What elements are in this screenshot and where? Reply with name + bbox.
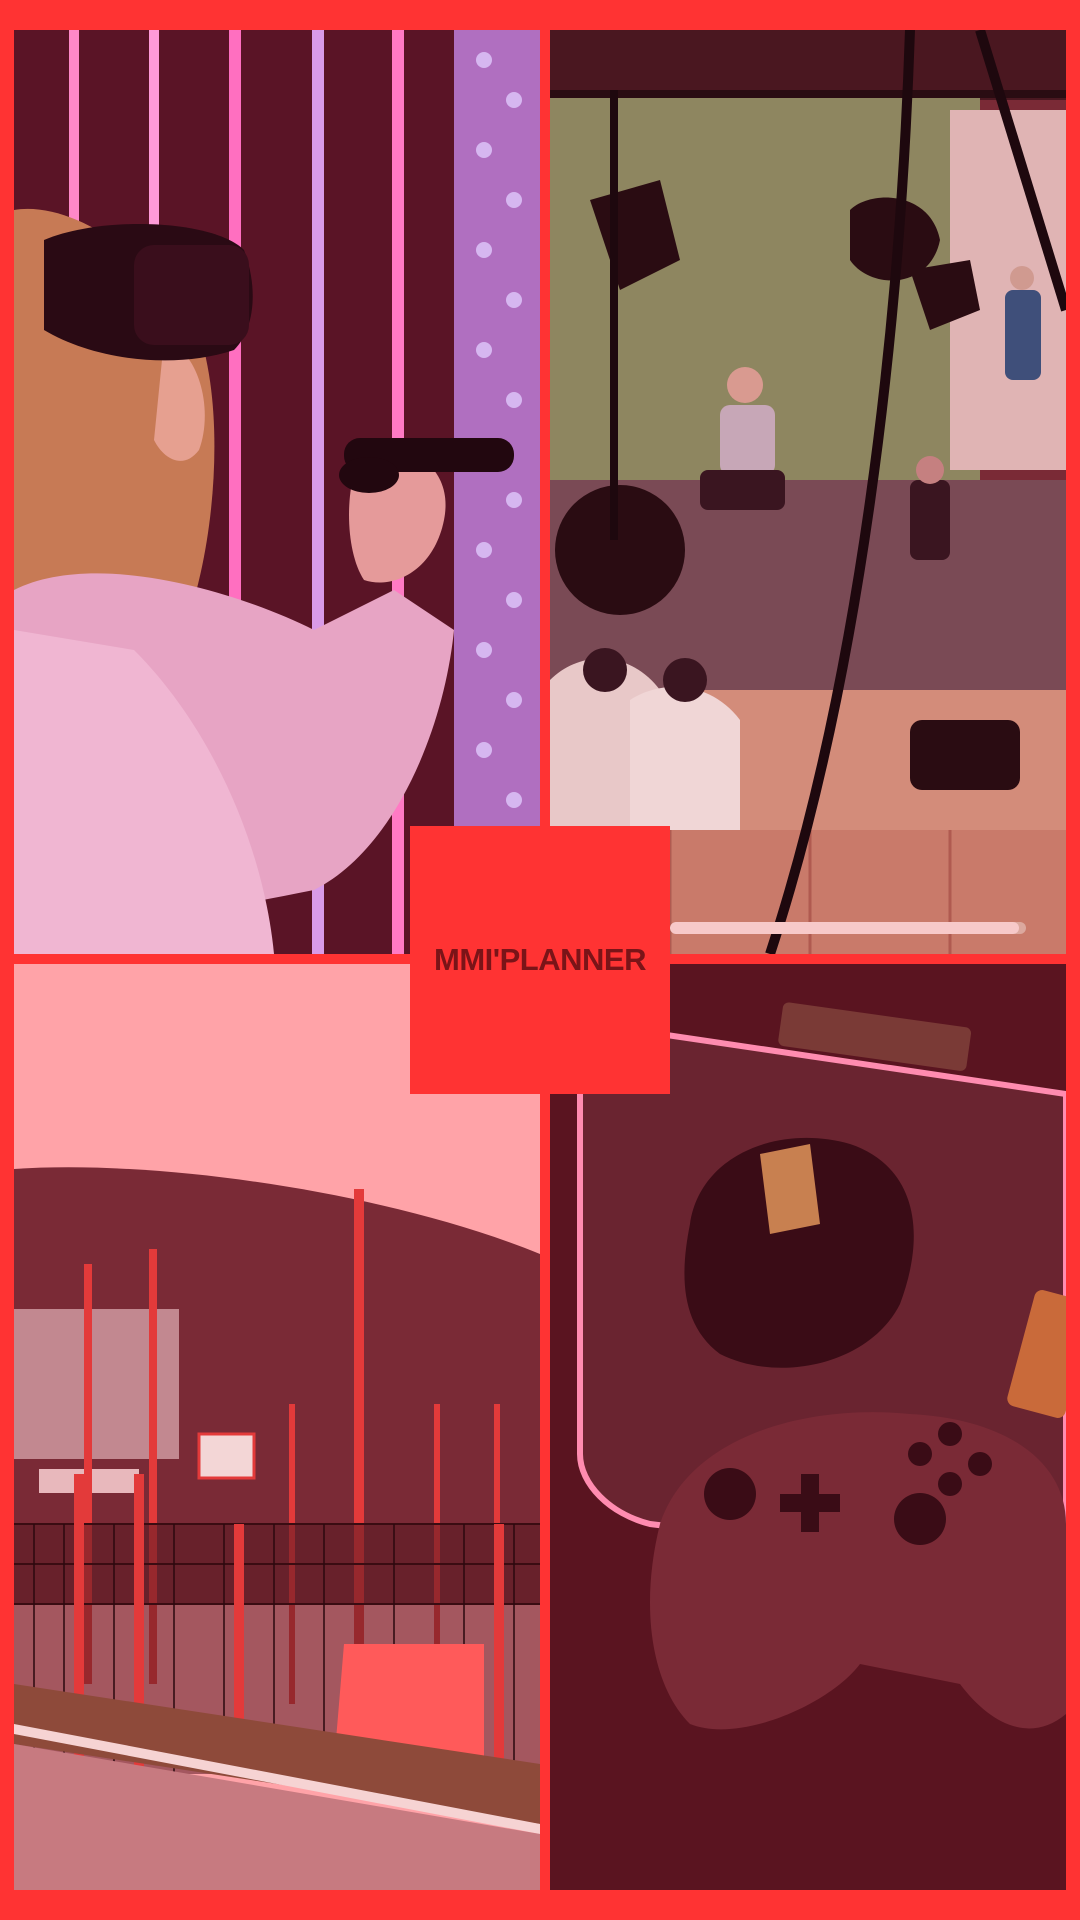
logo-card: MMI'PLANNER [410,826,670,1094]
splash-screen: MMI'PLANNER [0,0,1080,1920]
photo-green-screen-studio [550,30,1066,954]
photo-vr-headset [14,30,540,954]
slideshow-progress-fill [670,922,1019,934]
photo-basketball-court [14,964,540,1890]
slideshow-progress-bar [670,922,1026,934]
app-logo-text: MMI'PLANNER [434,942,646,977]
photo-gaming-desk [550,964,1066,1890]
